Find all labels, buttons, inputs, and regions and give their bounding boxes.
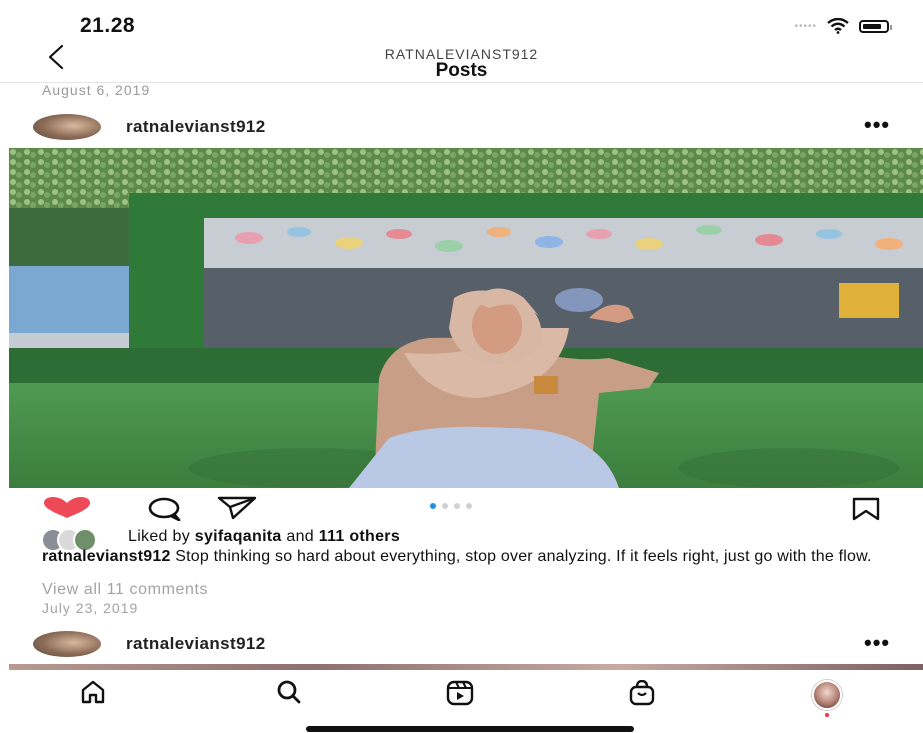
battery-icon <box>859 19 892 33</box>
bookmark-icon <box>852 497 880 521</box>
carousel-dot <box>430 503 436 509</box>
previous-post-date: August 6, 2019 <box>42 82 151 98</box>
home-indicator[interactable] <box>306 726 634 732</box>
carousel-dot <box>466 503 472 509</box>
carousel-dot <box>454 503 460 509</box>
caption-username[interactable]: ratnalevianst912 <box>42 548 171 565</box>
more-options-button[interactable]: ••• <box>864 112 890 138</box>
carousel-dot <box>442 503 448 509</box>
status-time: 21.28 <box>80 14 136 37</box>
page-title: Posts <box>435 60 488 81</box>
shopping-bag-icon <box>629 679 655 706</box>
carousel-indicator <box>430 503 472 509</box>
send-icon <box>217 496 257 520</box>
home-icon <box>81 680 105 704</box>
search-icon <box>277 680 301 704</box>
notification-dot <box>825 713 829 717</box>
signal-icon: ••••• <box>794 20 817 32</box>
profile-avatar <box>812 680 842 710</box>
tab-profile[interactable] <box>812 680 842 717</box>
liked-by-others[interactable]: 111 others <box>319 528 400 545</box>
liked-by-middle: and <box>286 528 314 545</box>
post-caption: ratnalevianst912 Stop thinking so hard a… <box>42 548 892 565</box>
wifi-icon <box>827 18 849 34</box>
view-comments-link[interactable]: View all 11 comments <box>42 581 208 599</box>
next-post-username[interactable]: ratnalevianst912 <box>126 634 266 654</box>
heart-icon <box>44 497 90 518</box>
post-photo[interactable] <box>9 148 923 488</box>
next-post-more-button[interactable]: ••• <box>864 630 890 656</box>
tab-reels[interactable] <box>446 680 474 711</box>
post-date: July 23, 2019 <box>42 600 139 616</box>
caption-text: Stop thinking so hard about everything, … <box>175 548 872 565</box>
like-button[interactable] <box>40 496 94 525</box>
liked-by-prefix: Liked by <box>128 528 190 545</box>
save-button[interactable] <box>851 497 881 526</box>
tab-shop[interactable] <box>628 679 656 711</box>
comment-icon <box>148 497 181 522</box>
post-photo-image <box>9 148 923 488</box>
tab-search[interactable] <box>276 680 302 709</box>
liked-by-user[interactable]: syifaqanita <box>195 528 282 545</box>
comment-button[interactable] <box>147 497 183 526</box>
next-post-avatar[interactable] <box>33 631 101 657</box>
status-icons: ••••• <box>794 18 892 34</box>
tab-home[interactable] <box>80 680 106 709</box>
next-post-photo-edge <box>9 664 923 670</box>
likes-summary[interactable]: Liked by syifaqanita and 111 others <box>128 528 400 546</box>
share-button[interactable] <box>217 496 257 525</box>
post-username[interactable]: ratnalevianst912 <box>126 117 266 137</box>
post-avatar[interactable] <box>33 114 101 140</box>
reels-icon <box>446 680 474 706</box>
